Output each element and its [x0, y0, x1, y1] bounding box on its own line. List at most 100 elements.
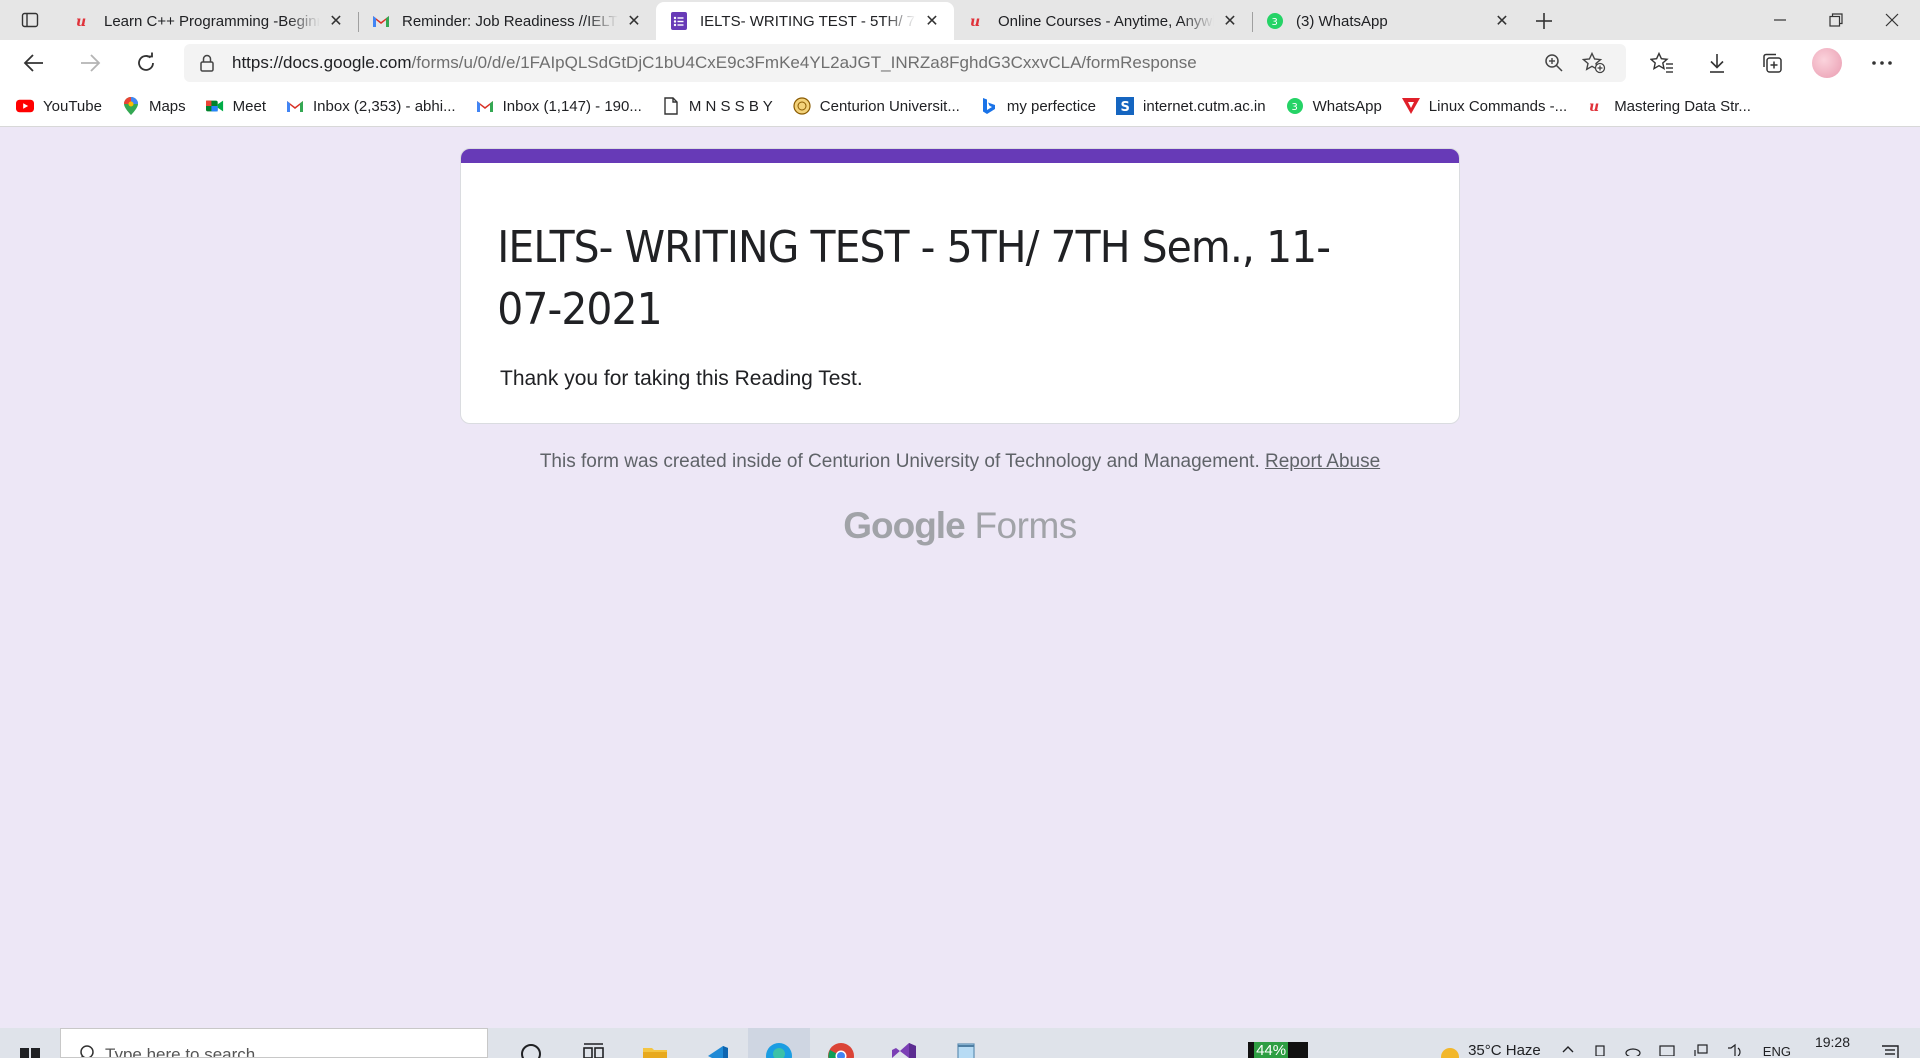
gmail-icon: [286, 97, 304, 115]
lock-icon[interactable]: [196, 52, 218, 74]
bookmark-label: WhatsApp: [1312, 97, 1382, 115]
bookmark-label: internet.cutm.ac.in: [1143, 97, 1266, 115]
udemy-icon: u: [968, 12, 986, 30]
tab-title: IELTS- WRITING TEST - 5TH/ 7TH Sem., 11-…: [700, 12, 916, 30]
minimize-icon: [1774, 19, 1786, 21]
file-explorer-button[interactable]: [624, 1028, 686, 1058]
battery-tray-icon[interactable]: [1593, 1042, 1607, 1056]
tab-udemy-courses[interactable]: u Online Courses - Anytime, Anywhere | U…: [954, 2, 1252, 40]
reload-icon: [138, 52, 154, 71]
chrome-icon: [828, 1043, 854, 1058]
volume-icon[interactable]: [1727, 1042, 1745, 1056]
university-icon: [793, 97, 811, 115]
google-forms-logo[interactable]: Google Forms: [0, 505, 1920, 547]
reload-button[interactable]: [122, 43, 170, 83]
bookmark-label: Linux Commands -...: [1428, 97, 1568, 115]
bookmark-youtube[interactable]: YouTube: [16, 97, 102, 115]
meet-icon: [205, 97, 224, 115]
form-accent-stripe: [461, 149, 1459, 163]
bookmark-perfectice[interactable]: my perfectice: [980, 97, 1096, 115]
bookmark-inbox-1[interactable]: Inbox (2,353) - abhi...: [286, 97, 456, 115]
close-tab-icon[interactable]: ✕: [624, 11, 644, 31]
youtube-icon: [16, 97, 34, 115]
restore-button[interactable]: [1808, 0, 1864, 40]
task-view-button[interactable]: [562, 1028, 624, 1058]
input-language[interactable]: ENG: [1763, 1044, 1791, 1058]
tab-actions-button[interactable]: [0, 0, 60, 40]
profile-button[interactable]: [1799, 43, 1854, 83]
vscode-button[interactable]: [686, 1028, 748, 1058]
minimize-button[interactable]: [1752, 0, 1808, 40]
cortana-button[interactable]: [500, 1028, 562, 1058]
address-bar[interactable]: https://docs.google.com/forms/u/0/d/e/1F…: [184, 44, 1626, 82]
close-tab-icon[interactable]: ✕: [1492, 11, 1512, 31]
report-abuse-link[interactable]: Report Abuse: [1265, 451, 1380, 472]
star-add-icon: [1582, 52, 1606, 74]
taskbar-clock[interactable]: 19:28: [1815, 1034, 1850, 1050]
bookmark-meet[interactable]: Meet: [205, 97, 266, 115]
display-icon[interactable]: [1659, 1042, 1675, 1056]
edge-icon: [766, 1043, 792, 1058]
svg-text:S: S: [1121, 100, 1130, 115]
action-center-button[interactable]: [1880, 1042, 1910, 1058]
weather-widget[interactable]: 35°C Haze: [1438, 1042, 1541, 1058]
zoom-button[interactable]: [1534, 46, 1574, 80]
bookmark-linux-commands[interactable]: Linux Commands -...: [1401, 97, 1568, 115]
back-button[interactable]: [10, 43, 58, 83]
close-window-button[interactable]: [1864, 0, 1920, 40]
start-button[interactable]: [0, 1028, 60, 1058]
bookmark-whatsapp[interactable]: 3 WhatsApp: [1286, 97, 1382, 115]
whatsapp-icon: 3: [1286, 97, 1304, 115]
tab-title: (3) WhatsApp: [1296, 12, 1388, 30]
tab-udemy-cpp[interactable]: u Learn C++ Programming -Beginner to Adv…: [60, 2, 358, 40]
more-horizontal-icon: [1871, 61, 1892, 65]
bookmark-maps[interactable]: Maps: [122, 97, 186, 115]
onedrive-icon[interactable]: [1625, 1042, 1641, 1056]
tab-google-form[interactable]: IELTS- WRITING TEST - 5TH/ 7TH Sem., 11-…: [656, 2, 954, 40]
vscode-icon: [708, 1046, 728, 1058]
new-tab-button[interactable]: [1524, 2, 1564, 40]
gmail-icon: [372, 12, 390, 30]
restore-icon: [1829, 13, 1843, 27]
add-favorite-button[interactable]: [1574, 46, 1614, 80]
bookmark-centurion[interactable]: Centurion Universit...: [793, 97, 960, 115]
edge-button[interactable]: [748, 1028, 810, 1058]
battery-indicator[interactable]: 44%: [1248, 1042, 1309, 1058]
collections-button[interactable]: [1744, 43, 1799, 83]
tab-title: Learn C++ Programming -Beginner to Advan…: [104, 12, 320, 30]
tab-gmail-reminder[interactable]: Reminder: Job Readiness //IELTS Writing …: [358, 2, 656, 40]
collections-icon: [1762, 53, 1782, 73]
close-tab-icon[interactable]: ✕: [922, 11, 942, 31]
bookmark-inbox-2[interactable]: Inbox (1,147) - 190...: [476, 97, 642, 115]
url-host: https://docs.google.com: [232, 53, 412, 72]
chrome-button[interactable]: [810, 1028, 872, 1058]
svg-text:u: u: [1589, 99, 1599, 115]
downloads-button[interactable]: [1689, 43, 1744, 83]
tab-whatsapp[interactable]: 3 (3) WhatsApp ✕: [1252, 2, 1524, 40]
svg-text:u: u: [76, 14, 86, 30]
plus-icon: [1536, 13, 1552, 29]
udemy-icon: u: [1587, 97, 1605, 115]
notepad-button[interactable]: [934, 1028, 996, 1058]
bookmark-mastering-data[interactable]: u Mastering Data Str...: [1587, 97, 1751, 116]
tab-title: Reminder: Job Readiness //IELTS Writing …: [402, 12, 618, 30]
bookmark-cutm-internet[interactable]: Sinternet.cutm.ac.in: [1116, 97, 1266, 115]
bookmark-mnssby[interactable]: M N S S B Y: [662, 97, 773, 115]
haze-sun-icon: [1441, 1047, 1460, 1058]
visual-studio-button[interactable]: [872, 1028, 934, 1058]
bookmark-label: Centurion Universit...: [819, 97, 960, 115]
folder-icon: [643, 1048, 667, 1058]
avatar: [1811, 48, 1842, 78]
close-tab-icon[interactable]: ✕: [326, 11, 346, 31]
url-text[interactable]: https://docs.google.com/forms/u/0/d/e/1F…: [232, 53, 1534, 73]
close-tab-icon[interactable]: ✕: [1220, 11, 1240, 31]
taskbar-search-input[interactable]: Type here to search: [60, 1028, 488, 1058]
favorites-button[interactable]: [1634, 43, 1689, 83]
search-placeholder: Type here to search: [105, 1045, 256, 1058]
settings-menu-button[interactable]: [1854, 43, 1909, 83]
network-icon[interactable]: [1693, 1042, 1709, 1056]
form-confirmation-card: IELTS- WRITING TEST - 5TH/ 7TH Sem., 11-…: [460, 148, 1460, 424]
forward-button[interactable]: [66, 43, 114, 83]
tab-actions-icon: [21, 12, 39, 28]
chevron-up-icon[interactable]: [1561, 1042, 1575, 1056]
